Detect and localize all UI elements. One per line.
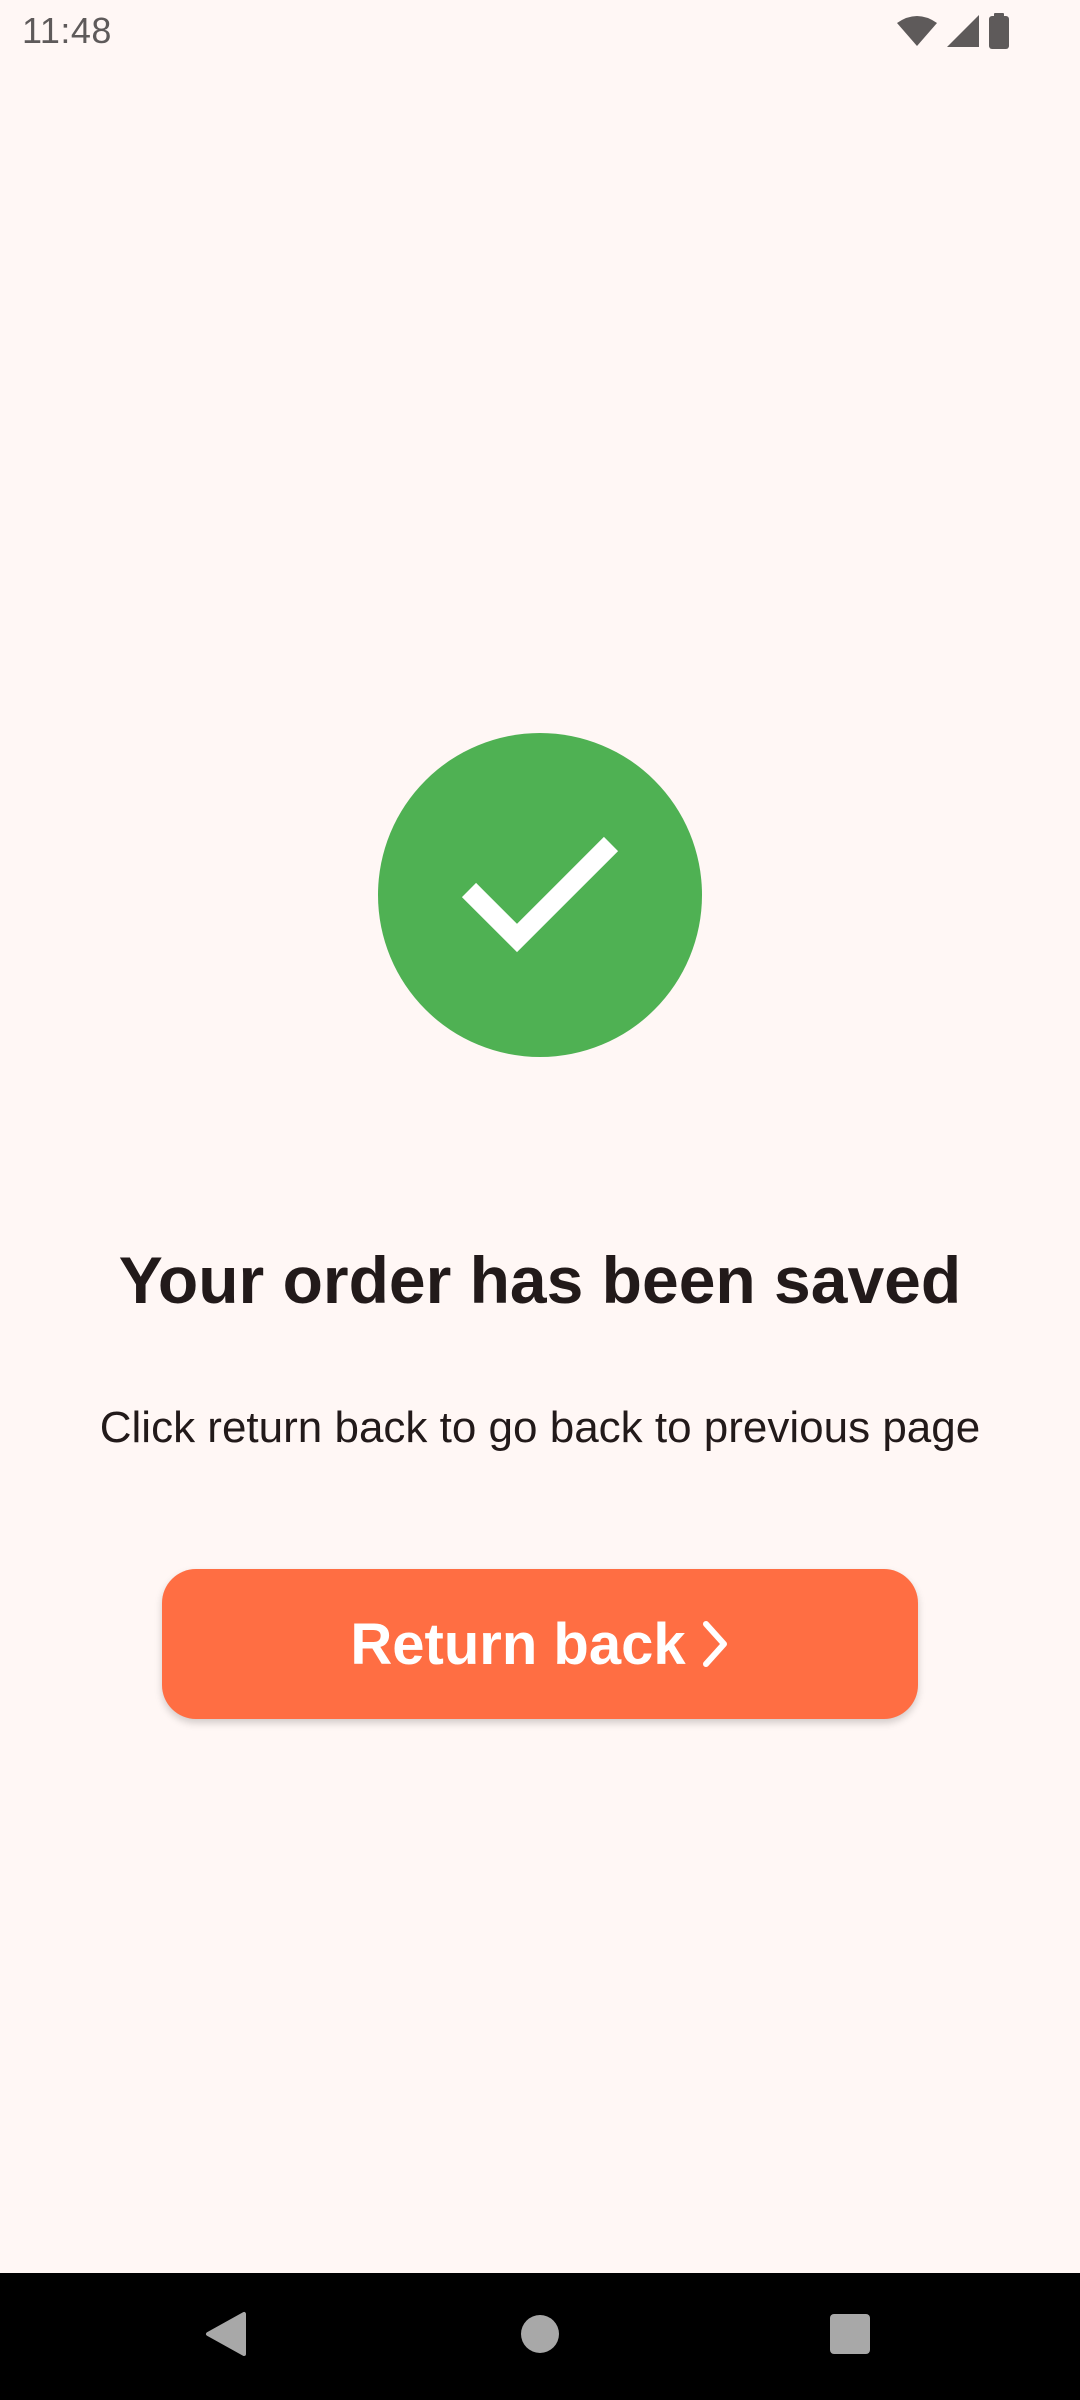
nav-back-button[interactable] (156, 2273, 296, 2400)
back-icon (204, 2310, 248, 2363)
home-icon (520, 2314, 560, 2359)
page-title: Your order has been saved (118, 1243, 962, 1317)
wifi-icon (896, 15, 938, 47)
status-bar: 11:48 (0, 0, 1080, 64)
page-subtitle: Click return back to go back to previous… (99, 1403, 981, 1452)
return-back-label: Return back (350, 1611, 686, 1677)
checkmark-icon (455, 828, 625, 963)
signal-icon (946, 14, 980, 48)
nav-recents-button[interactable] (780, 2273, 920, 2400)
battery-icon (988, 13, 1010, 49)
chevron-right-icon (700, 1620, 730, 1668)
success-badge (378, 733, 702, 1057)
status-icons (896, 13, 1010, 49)
status-time: 11:48 (22, 10, 112, 51)
navigation-bar (0, 2273, 1080, 2400)
nav-home-button[interactable] (470, 2273, 610, 2400)
recents-icon (830, 2314, 870, 2359)
return-back-button[interactable]: Return back (162, 1569, 918, 1719)
